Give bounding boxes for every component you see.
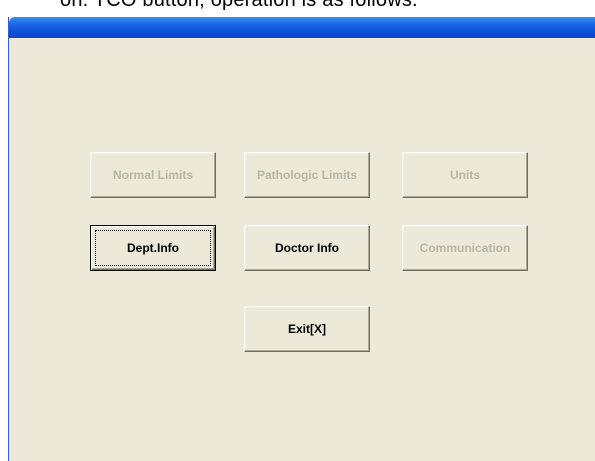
caption-text: on. TCO button, operation is as follows. xyxy=(60,0,418,11)
communication-button[interactable]: Communication xyxy=(402,225,528,271)
units-button[interactable]: Units xyxy=(402,152,528,198)
doctor-info-button[interactable]: Doctor Info xyxy=(244,225,370,271)
exit-button[interactable]: Exit[X] xyxy=(244,306,370,352)
dept-info-button[interactable]: Dept.Info xyxy=(90,225,216,271)
dialog-window: Normal Limits Pathologic Limits Units De… xyxy=(8,17,595,461)
pathologic-limits-button[interactable]: Pathologic Limits xyxy=(244,152,370,198)
dept-info-label: Dept.Info xyxy=(127,241,179,255)
normal-limits-button[interactable]: Normal Limits xyxy=(90,152,216,198)
background-document-text: on. TCO button, operation is as follows. xyxy=(0,0,595,18)
window-titlebar[interactable] xyxy=(9,17,595,38)
